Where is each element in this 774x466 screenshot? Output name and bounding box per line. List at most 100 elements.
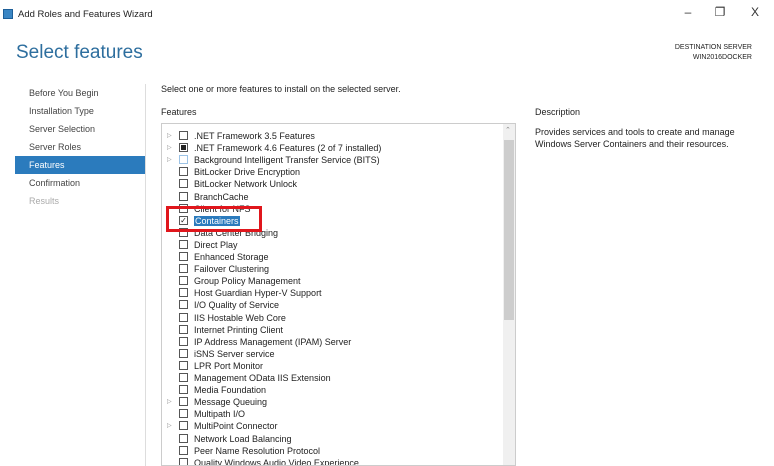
feature-label: Direct Play — [194, 239, 238, 251]
nav-item-server-roles[interactable]: Server Roles — [15, 138, 145, 156]
feature-label-text: IP Address Management (IPAM) Server — [194, 336, 352, 347]
feature-label: Peer Name Resolution Protocol — [194, 445, 320, 457]
feature-label-text: Direct Play — [194, 239, 238, 250]
feature-label: I/O Quality of Service — [194, 299, 279, 311]
restore-button[interactable]: ❐ — [710, 5, 730, 19]
feature-label: Host Guardian Hyper-V Support — [194, 287, 322, 299]
feature-checkbox[interactable] — [179, 397, 188, 407]
description-label: Description — [535, 107, 581, 117]
feature-label-text: Failover Clustering — [194, 264, 270, 275]
features-list[interactable]: Quality Windows Audio Video Experience Pe… — [161, 123, 516, 466]
nav-item-features[interactable]: Features — [15, 156, 145, 174]
description-text: Provides services and tools to create an… — [535, 127, 735, 149]
feature-checkbox[interactable] — [179, 324, 188, 334]
intro-text: Select one or more features to install o… — [161, 84, 401, 94]
minimize-button[interactable]: – — [678, 5, 698, 19]
app-icon — [3, 9, 13, 19]
feature-checkbox[interactable] — [179, 409, 188, 419]
feature-label-text: Management OData IIS Extension — [194, 373, 331, 383]
divider — [145, 84, 146, 466]
feature-label: IIS Hostable Web Core — [194, 312, 286, 324]
feature-label-text: IIS Hostable Web Core — [194, 312, 286, 323]
feature-label: BitLocker Network Unlock — [194, 178, 297, 190]
title-bar: Add Roles and Features Wizard – ❐ X — [0, 0, 774, 28]
feature-label-text: Media Foundation — [194, 385, 267, 396]
feature-label: LPR Port Monitor — [194, 360, 263, 372]
feature-checkbox[interactable] — [179, 179, 188, 189]
feature-label-text: Message Queuing — [194, 397, 268, 408]
feature-label: Internet Printing Client — [194, 324, 283, 336]
feature-checkbox[interactable] — [179, 191, 188, 201]
feature-checkbox[interactable] — [179, 360, 188, 370]
nav-item-installation-type[interactable]: Installation Type — [15, 102, 145, 120]
feature-checkbox[interactable] — [179, 276, 188, 286]
feature-label: Message Queuing — [194, 396, 267, 408]
nav-item-server-selection[interactable]: Server Selection — [15, 120, 145, 138]
feature-label: Media Foundation — [194, 384, 266, 396]
destination-label: DESTINATION SERVER — [674, 44, 752, 51]
feature-checkbox[interactable] — [179, 348, 188, 358]
feature-label-text: Quality Windows Audio Video Experience — [194, 457, 359, 466]
feature-label: Group Policy Management — [194, 275, 301, 287]
feature-label-text: Multipath I/O — [194, 409, 246, 420]
nav-item-confirmation[interactable]: Confirmation — [15, 174, 145, 192]
feature-checkbox[interactable] — [179, 239, 188, 249]
scroll-up-icon[interactable]: ⌃ — [505, 126, 511, 134]
feature-checkbox[interactable] — [179, 312, 188, 322]
scrollbar-thumb[interactable] — [504, 140, 514, 320]
feature-checkbox[interactable] — [179, 385, 188, 395]
feature-label: Failover Clustering — [194, 263, 269, 275]
expand-arrow-icon[interactable]: ▷ — [167, 154, 172, 166]
expand-arrow-icon[interactable]: ▷ — [167, 142, 172, 154]
feature-checkbox[interactable] — [179, 433, 188, 443]
feature-label-text: .NET Framework 3.5 Features — [194, 131, 315, 141]
feature-label: Network Load Balancing — [194, 433, 292, 445]
expand-arrow-icon[interactable]: ▷ — [167, 396, 172, 408]
feature-label-text: BranchCache — [194, 191, 249, 202]
feature-checkbox[interactable] — [179, 373, 188, 382]
feature-label-text: .NET Framework 4.6 Features (2 of 7 inst… — [194, 143, 382, 154]
page-title: Select features — [16, 42, 143, 63]
expand-arrow-icon[interactable]: ▷ — [167, 130, 172, 142]
feature-checkbox[interactable] — [179, 131, 188, 140]
feature-checkbox[interactable] — [179, 300, 188, 310]
feature-label-text: LPR Port Monitor — [194, 360, 264, 371]
feature-label-text: MultiPoint Connector — [194, 421, 278, 432]
feature-label-text: Background Intelligent Transfer Service … — [194, 155, 380, 166]
feature-checkbox[interactable] — [179, 457, 188, 465]
feature-label: Enhanced Storage — [194, 251, 269, 263]
feature-label: .NET Framework 4.6 Features (2 of 7 inst… — [194, 142, 381, 154]
feature-label: BranchCache — [194, 191, 249, 203]
nav-item-before-you-begin[interactable]: Before You Begin — [15, 84, 145, 102]
destination-server: DESTINATION SERVER WIN2016DOCKER — [675, 43, 752, 63]
feature-checkbox[interactable] — [179, 167, 188, 177]
feature-label: Multipath I/O — [194, 408, 245, 420]
feature-label: .NET Framework 3.5 Features — [194, 130, 315, 142]
feature-checkbox[interactable] — [179, 155, 188, 165]
feature-label-text: BitLocker Drive Encryption — [194, 167, 301, 178]
feature-checkbox[interactable] — [179, 264, 188, 274]
feature-checkbox[interactable] — [179, 252, 188, 261]
expand-arrow-icon[interactable]: ▷ — [167, 420, 172, 432]
feature-checkbox[interactable] — [179, 288, 188, 298]
scrollbar[interactable]: ⌃ — [503, 124, 515, 465]
feature-label: IP Address Management (IPAM) Server — [194, 336, 351, 348]
feature-label-text: Host Guardian Hyper-V Support — [194, 288, 322, 299]
wizard-nav: Before You Begin Installation Type Server … — [15, 84, 145, 210]
feature-label-text: Network Load Balancing — [194, 433, 292, 444]
feature-checkbox[interactable] — [179, 143, 188, 153]
feature-label: Background Intelligent Transfer Service … — [194, 154, 380, 166]
feature-label-text: Enhanced Storage — [194, 252, 269, 262]
close-button[interactable]: X — [745, 5, 765, 19]
destination-server-name: WIN2016DOCKER — [692, 54, 752, 61]
feature-label-text: Group Policy Management — [194, 276, 301, 287]
nav-item-results: Results — [29, 196, 60, 206]
feature-checkbox[interactable] — [179, 421, 188, 431]
feature-label: BitLocker Drive Encryption — [194, 166, 300, 178]
feature-label: iSNS Server service — [194, 348, 275, 360]
feature-label: MultiPoint Connector — [194, 420, 278, 432]
feature-label-text: BitLocker Network Unlock — [194, 179, 298, 190]
feature-checkbox[interactable] — [179, 445, 188, 455]
feature-checkbox[interactable] — [179, 336, 188, 346]
window-title: Add Roles and Features Wizard — [18, 9, 153, 20]
